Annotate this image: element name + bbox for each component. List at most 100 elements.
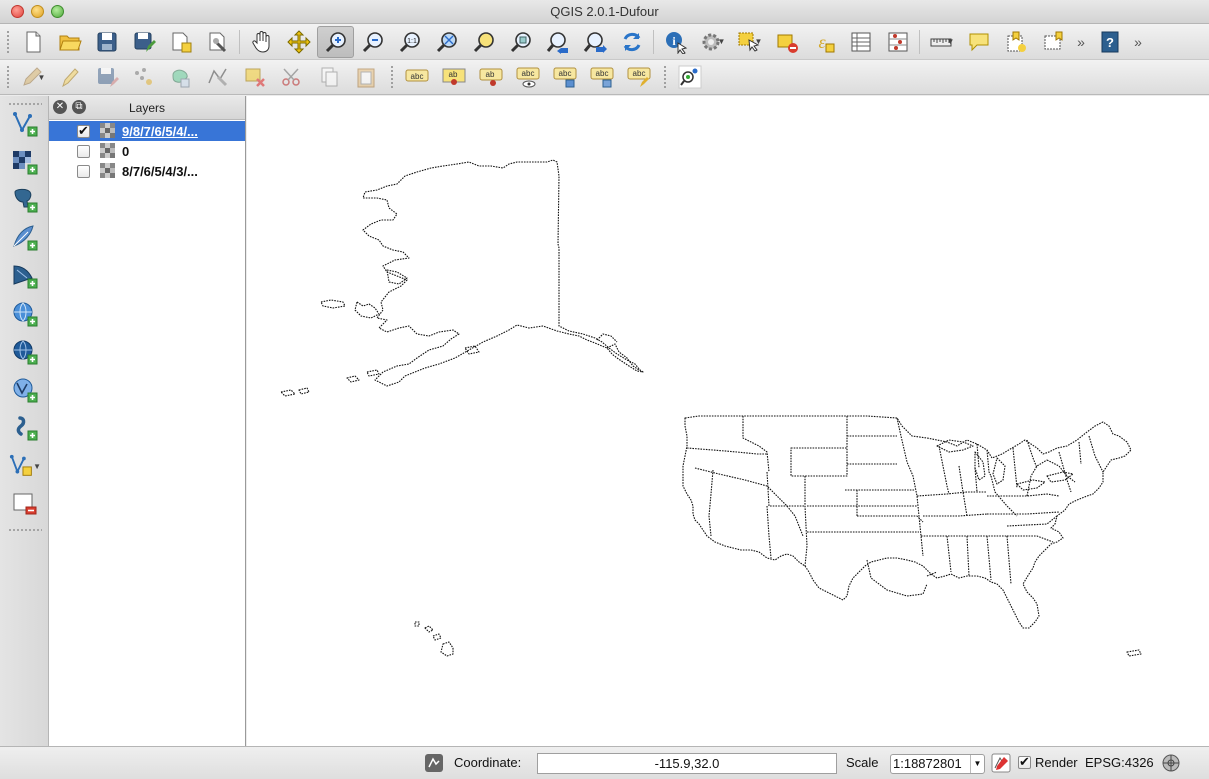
layer-labeling-button[interactable]: abc <box>398 62 435 92</box>
open-project-button[interactable] <box>51 26 88 58</box>
save-as-button[interactable] <box>125 26 162 58</box>
remove-layer-button[interactable] <box>9 488 41 520</box>
add-delimited-text-button[interactable] <box>9 412 41 444</box>
toolbar-grip[interactable] <box>663 65 667 89</box>
save-project-button[interactable] <box>88 26 125 58</box>
help-button[interactable]: ? <box>1091 26 1128 58</box>
layer-item[interactable]: 9/8/7/6/5/4/... <box>49 121 245 141</box>
identify-button[interactable]: i <box>657 26 694 58</box>
add-postgis-layer-button[interactable] <box>9 184 41 216</box>
toolbar-grip[interactable] <box>390 65 394 89</box>
refresh-button[interactable] <box>613 26 650 58</box>
toolbar-grip[interactable] <box>8 102 42 106</box>
zoom-to-selection-button[interactable] <box>465 26 502 58</box>
delete-selected-button[interactable] <box>236 62 273 92</box>
add-raster-layer-button[interactable] <box>9 146 41 178</box>
add-wcs-layer-button[interactable] <box>9 336 41 368</box>
add-vector-layer-button[interactable] <box>9 108 41 140</box>
attribute-table-button[interactable] <box>842 26 879 58</box>
paste-features-button[interactable] <box>347 62 384 92</box>
delete-selected-icon <box>245 68 265 87</box>
zoom-actual-size-icon: 1:1 <box>399 31 420 52</box>
new-bookmark-icon <box>1007 31 1026 52</box>
zoom-full-button[interactable] <box>428 26 465 58</box>
zoom-last-button[interactable] <box>539 26 576 58</box>
edit-toolbar: ▼ abc ab ab abc abc abc abc <box>0 60 1209 95</box>
move-label-button[interactable]: abc <box>546 62 583 92</box>
add-wfs-layer-button[interactable] <box>9 374 41 406</box>
map-tips-button[interactable] <box>960 26 997 58</box>
scale-combobox[interactable]: 1:18872801 ▼ <box>890 754 985 774</box>
toolbar-grip[interactable] <box>8 528 42 532</box>
change-label-button[interactable]: abc <box>620 62 657 92</box>
projection-icon[interactable] <box>1161 753 1181 773</box>
add-spatialite-layer-button[interactable] <box>9 222 41 254</box>
crs-status[interactable]: EPSG:4326 <box>1085 755 1154 770</box>
copy-features-button[interactable] <box>310 62 347 92</box>
stop-render-icon[interactable] <box>991 753 1011 773</box>
toolbar-overflow-button[interactable]: » <box>1071 34 1091 50</box>
save-as-icon <box>134 32 156 52</box>
toggle-extents-icon[interactable] <box>424 753 444 773</box>
save-layer-edits-button[interactable] <box>88 62 125 92</box>
composer-manager-button[interactable] <box>199 26 236 58</box>
coordinate-field[interactable]: -115.9,32.0 <box>537 753 837 774</box>
layer-item[interactable]: 0 <box>49 141 245 161</box>
select-features-button[interactable]: ▼ <box>731 26 768 58</box>
run-feature-action-button[interactable]: ▼ <box>694 26 731 58</box>
window-title: QGIS 2.0.1-Dufour <box>550 4 659 19</box>
zoom-in-button[interactable] <box>317 25 354 58</box>
pan-to-selection-button[interactable] <box>280 26 317 58</box>
chevron-down-icon[interactable]: ▼ <box>970 755 984 773</box>
toolbar-grip[interactable] <box>6 29 10 54</box>
zoom-to-layer-button[interactable] <box>502 26 539 58</box>
alaska-outline <box>362 159 644 387</box>
new-print-composer-button[interactable] <box>162 26 199 58</box>
current-edits-button[interactable]: ▼ <box>14 62 51 92</box>
statistics-button[interactable] <box>879 26 916 58</box>
highlight-pinned-labels-button[interactable]: ab <box>435 62 472 92</box>
chevron-down-icon: ▼ <box>717 37 726 46</box>
new-shapefile-layer-button[interactable]: ▼ <box>9 450 41 482</box>
show-bookmarks-button[interactable] <box>1034 26 1071 58</box>
main-toolbar: 1:1 i ▼ ▼ ε ▼ » ? » <box>0 24 1209 60</box>
map-canvas[interactable] <box>247 96 1209 746</box>
add-wms-layer-button[interactable] <box>9 298 41 330</box>
raster-layer-icon <box>100 163 115 178</box>
zoom-to-layer-icon <box>510 31 531 52</box>
zoom-actual-size-button[interactable]: 1:1 <box>391 26 428 58</box>
deselect-button[interactable] <box>768 26 805 58</box>
toggle-editing-button[interactable] <box>51 62 88 92</box>
zoom-out-button[interactable] <box>354 26 391 58</box>
pin-label-button[interactable]: ab <box>472 62 509 92</box>
plugin-tool-button[interactable] <box>671 62 708 92</box>
field-calculator-button[interactable]: ε <box>805 26 842 58</box>
layer-item[interactable]: 8/7/6/5/4/3/... <box>49 161 245 181</box>
new-project-button[interactable] <box>14 26 51 58</box>
node-tool-button[interactable] <box>199 62 236 92</box>
zoom-to-selection-icon <box>473 31 494 52</box>
measure-line-button[interactable]: ▼ <box>923 26 960 58</box>
change-label-icon: abc <box>627 67 650 87</box>
add-mssql-layer-button[interactable] <box>9 260 41 292</box>
zoom-next-button[interactable] <box>576 26 613 58</box>
cut-features-icon <box>281 68 300 86</box>
add-delimited-text-icon <box>16 416 38 441</box>
status-bar: Coordinate: -115.9,32.0 Scale 1:18872801… <box>0 746 1209 779</box>
layer-visibility-checkbox[interactable] <box>77 164 90 178</box>
show-hide-labels-button[interactable]: abc <box>509 62 546 92</box>
layer-visibility-checkbox[interactable] <box>77 144 90 158</box>
toolbar-grip[interactable] <box>6 65 10 89</box>
layer-visibility-checkbox[interactable] <box>77 123 90 139</box>
toolbar-overflow-button[interactable]: » <box>1128 34 1148 50</box>
cut-features-button[interactable] <box>273 62 310 92</box>
render-checkbox[interactable] <box>1018 754 1031 770</box>
new-bookmark-button[interactable] <box>997 26 1034 58</box>
move-feature-button[interactable] <box>162 62 199 92</box>
show-bookmarks-icon <box>1044 31 1062 49</box>
layer-management-toolbar: ▼ <box>0 96 49 746</box>
pan-map-button[interactable] <box>243 26 280 58</box>
add-feature-button[interactable] <box>125 62 162 92</box>
add-wfs-layer-icon <box>13 378 38 403</box>
rotate-label-button[interactable]: abc <box>583 62 620 92</box>
